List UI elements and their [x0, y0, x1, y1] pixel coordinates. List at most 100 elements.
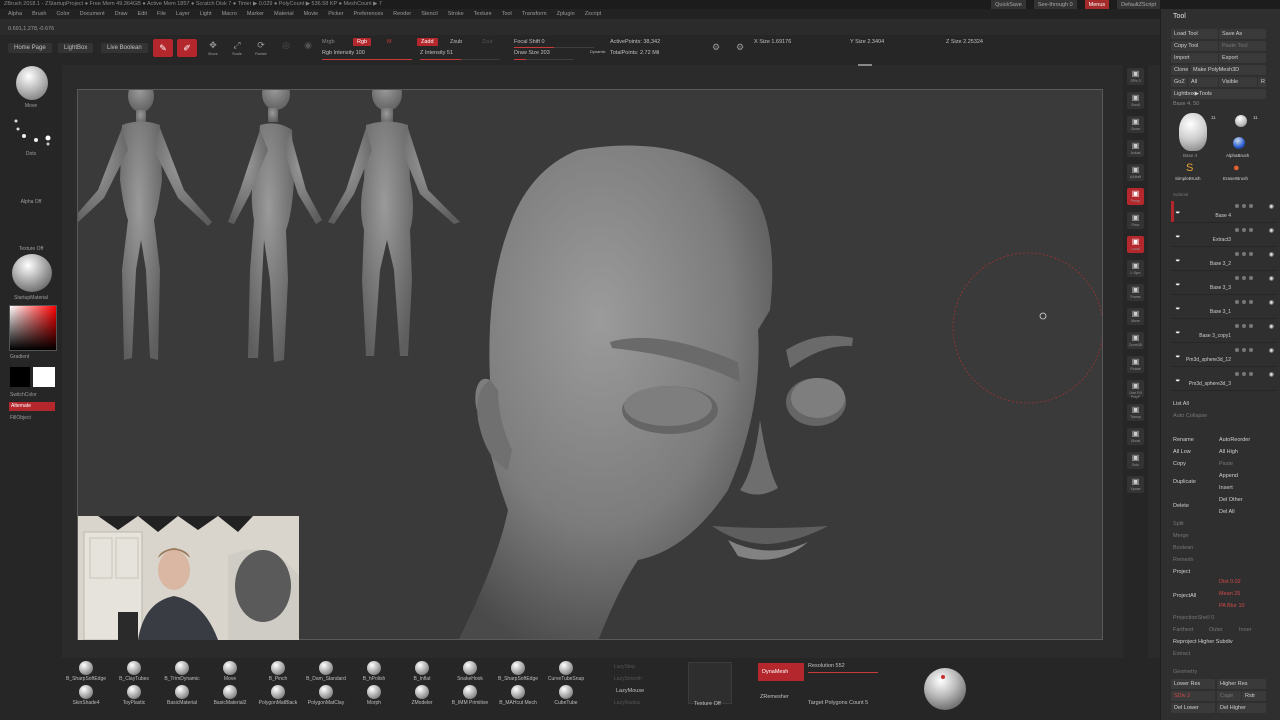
save-as-button[interactable]: Save As [1219, 29, 1266, 39]
subtool-row[interactable]: ◒ ◉ Pm3d_sphere3d_12 [1171, 345, 1277, 367]
rightshelf-line-fill-polyf-button[interactable]: ▣ Line Fill PolyF [1127, 380, 1144, 399]
shelf-brush-curvetubesnap[interactable]: CurveTubeSnap [538, 661, 594, 682]
copy-tool-button[interactable]: Copy Tool [1171, 41, 1218, 51]
draw-size-slider[interactable]: Draw Size 203 [514, 50, 550, 56]
shelf-brush-cubetube[interactable]: CubeTube [538, 685, 594, 706]
switch-color-button[interactable]: SwitchColor [10, 392, 60, 398]
boolean-menu[interactable]: Boolean [1173, 545, 1193, 551]
rightshelf-zoom3d-button[interactable]: ▣ Zoom3D [1127, 332, 1144, 349]
zadd-toggle[interactable]: Zadd [417, 38, 438, 46]
rightshelf-persp-button[interactable]: ▣ Persp [1127, 188, 1144, 205]
rightshelf-l-sym-button[interactable]: ▣ L.Sym [1127, 260, 1144, 277]
rstr-button[interactable]: Rstr [1242, 691, 1266, 701]
rightshelf-move-button[interactable]: ▣ Move [1127, 308, 1144, 325]
goz-all-button[interactable]: All [1188, 77, 1218, 87]
m-toggle[interactable]: M [387, 39, 392, 45]
menu-item-movie[interactable]: Movie [304, 9, 319, 19]
project-menu[interactable]: Project [1173, 569, 1190, 575]
snapshot-button[interactable]: ⚙ [706, 41, 726, 59]
menu-item-brush[interactable]: Brush [32, 9, 46, 19]
subtool-toggles[interactable] [1235, 324, 1263, 328]
dynamic-toggle[interactable]: Dynamic [590, 49, 606, 54]
del-other-button[interactable]: Del Other [1219, 497, 1243, 503]
eye-icon[interactable]: ◉ [1269, 299, 1274, 306]
zsub-toggle[interactable]: Zsub [450, 39, 462, 45]
pa-blur-slider[interactable]: PA Blur 10 [1219, 603, 1245, 609]
menu-item-stencil[interactable]: Stencil [421, 9, 438, 19]
merge-menu[interactable]: Merge [1173, 533, 1189, 539]
lightbox-button[interactable]: LightBox [58, 43, 94, 53]
z-intensity-slider[interactable]: Z Intensity 51 [420, 50, 453, 56]
append-button[interactable]: Append [1219, 473, 1238, 479]
eye-icon[interactable]: ◉ [1269, 323, 1274, 330]
brush-move-thumbnail[interactable] [16, 66, 48, 100]
transpose-button[interactable]: ◉ [298, 39, 318, 57]
higher-res-button[interactable]: Higher Res [1217, 679, 1266, 689]
inner-button[interactable]: Inner [1239, 627, 1252, 633]
texture-off-button[interactable]: Texture Off [694, 701, 721, 707]
edit-mode-button[interactable]: ✎ [153, 39, 173, 57]
subtool-toggles[interactable] [1235, 204, 1263, 208]
split-menu[interactable]: Split [1173, 521, 1184, 527]
sym-button[interactable]: ⚙ [730, 41, 750, 59]
menu-item-marker[interactable]: Marker [247, 9, 264, 19]
subtool-row[interactable]: ◒ ◉ Base 3_3 [1171, 273, 1277, 295]
projectall-button[interactable]: ProjectAll [1173, 593, 1196, 599]
lazy-radius-label[interactable]: LazyRadius [614, 700, 640, 706]
rename-button[interactable]: Rename [1173, 437, 1194, 443]
subtool-toggles[interactable] [1235, 228, 1263, 232]
rightshelf-rotate-button[interactable]: ▣ Rotate [1127, 356, 1144, 373]
z-intensity-track[interactable] [420, 59, 500, 60]
gizmo-button[interactable]: ◎ [276, 39, 296, 57]
auto-collapse-button[interactable]: Auto Collapse [1173, 413, 1207, 419]
subtool-toggles[interactable] [1235, 372, 1263, 376]
draw-size-track[interactable] [514, 59, 574, 60]
gradient-label[interactable]: Gradient [10, 354, 50, 360]
rightshelf-floor-button[interactable]: ▣ Floor [1127, 212, 1144, 229]
light-position-marker[interactable] [941, 675, 945, 679]
goz-button[interactable]: GoZ [1171, 77, 1187, 87]
texture-slot[interactable] [688, 662, 732, 704]
rightshelf-actual-button[interactable]: ▣ Actual [1127, 140, 1144, 157]
make-polymesh-button[interactable]: Make PolyMesh3D [1190, 65, 1266, 75]
eye-icon[interactable]: ◉ [1269, 347, 1274, 354]
menu-item-alpha[interactable]: Alpha [8, 9, 22, 19]
resolution-track[interactable] [808, 672, 878, 673]
rightshelf-xpose-button[interactable]: ▣ Xpose [1127, 476, 1144, 493]
autoreorder-button[interactable]: AutoReorder [1219, 437, 1250, 443]
farthest-button[interactable]: Farthest [1173, 627, 1193, 633]
import-button[interactable]: Import [1171, 53, 1218, 63]
menu-item-file[interactable]: File [157, 9, 166, 19]
target-polygons-slider[interactable]: Target Polygons Count 5 [808, 700, 868, 706]
fill-object-button[interactable]: FillObject [10, 415, 60, 421]
main-color-swatch[interactable] [33, 367, 55, 387]
remesh-menu[interactable]: Remesh [1173, 557, 1193, 563]
del-higher-button[interactable]: Del Higher [1217, 703, 1266, 713]
rgb-intensity-track[interactable] [322, 59, 412, 60]
color-picker[interactable] [9, 305, 57, 351]
extract-menu[interactable]: Extract [1173, 651, 1190, 657]
menu-item-tool[interactable]: Tool [502, 9, 512, 19]
focal-shift-track[interactable] [514, 47, 594, 48]
menu-item-render[interactable]: Render [393, 9, 411, 19]
menu-item-transform[interactable]: Transform [522, 9, 547, 19]
sculpted-head[interactable] [458, 145, 853, 640]
delete-button[interactable]: Delete [1173, 503, 1189, 509]
alphabrush-icon[interactable] [1233, 137, 1245, 149]
sdiv-slider[interactable]: SDiv 2 [1171, 691, 1215, 701]
subtool-row[interactable]: ◒ ◉ Base 3_copy1 [1171, 321, 1277, 343]
menu-item-zscript[interactable]: Zscript [585, 9, 602, 19]
menu-item-preferences[interactable]: Preferences [354, 9, 384, 19]
resolution-slider[interactable]: Resolution 552 [808, 663, 845, 669]
zcut-toggle[interactable]: Zcut [482, 39, 493, 45]
subtool-toggles[interactable] [1235, 300, 1263, 304]
cage-button[interactable]: Cage [1217, 691, 1241, 701]
rightshelf-aahalf-button[interactable]: ▣ AAHalf [1127, 164, 1144, 181]
subtool-row[interactable]: ◒ ◉ Base 3_2 [1171, 249, 1277, 271]
subtool-toggles[interactable] [1235, 252, 1263, 256]
subtool-row[interactable]: ◒ ◉ Base 4 [1171, 201, 1277, 223]
subtool-toggles[interactable] [1235, 276, 1263, 280]
menu-item-picker[interactable]: Picker [328, 9, 343, 19]
goz-visible-button[interactable]: Visible [1219, 77, 1257, 87]
menu-item-stroke[interactable]: Stroke [448, 9, 464, 19]
